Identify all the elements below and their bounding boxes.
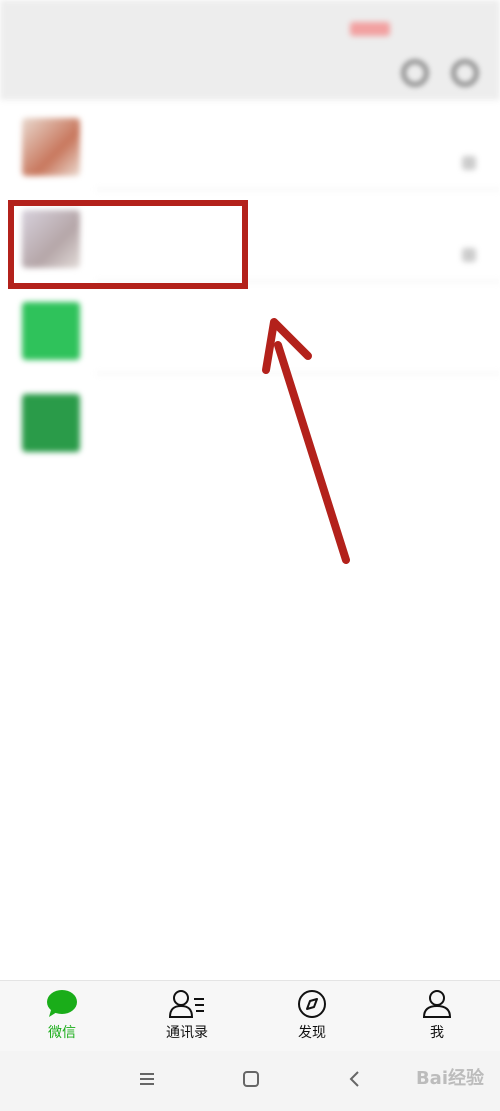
chat-bubble-icon <box>47 990 77 1017</box>
tab-label: 发现 <box>298 1025 326 1041</box>
compass-icon <box>298 990 326 1018</box>
wechat-pay-icon <box>22 302 80 360</box>
tab-discover[interactable]: 发现 <box>262 989 362 1049</box>
divider <box>96 373 500 374</box>
tab-label: 我 <box>430 1025 444 1041</box>
tab-chats[interactable]: 微信 <box>12 989 112 1049</box>
chat-row[interactable] <box>0 376 500 466</box>
bottom-tab-bar: 微信 通讯录 发现 我 <box>0 980 500 1051</box>
chat-row[interactable] <box>0 100 500 190</box>
divider <box>96 189 500 190</box>
app-header <box>0 0 500 100</box>
tab-label: 通讯录 <box>166 1025 208 1041</box>
avatar <box>22 118 80 176</box>
chat-list <box>0 100 500 480</box>
tab-label: 微信 <box>48 1025 76 1041</box>
mute-icon <box>462 248 476 262</box>
battery-icon <box>350 22 390 36</box>
watermark: Bai经验 <box>415 1068 484 1089</box>
person-icon <box>422 990 452 1018</box>
add-icon[interactable] <box>452 60 478 86</box>
wechat-team-icon <box>22 394 80 452</box>
tab-me[interactable]: 我 <box>387 989 487 1049</box>
mute-icon <box>462 156 476 170</box>
home-icon[interactable] <box>242 1071 260 1087</box>
search-icon[interactable] <box>402 60 428 86</box>
highlight-box <box>8 200 248 289</box>
back-icon[interactable] <box>346 1071 364 1087</box>
contacts-icon <box>168 990 204 1018</box>
chat-row[interactable] <box>0 284 500 374</box>
menu-icon[interactable] <box>138 1071 156 1087</box>
tab-contacts[interactable]: 通讯录 <box>137 989 237 1049</box>
